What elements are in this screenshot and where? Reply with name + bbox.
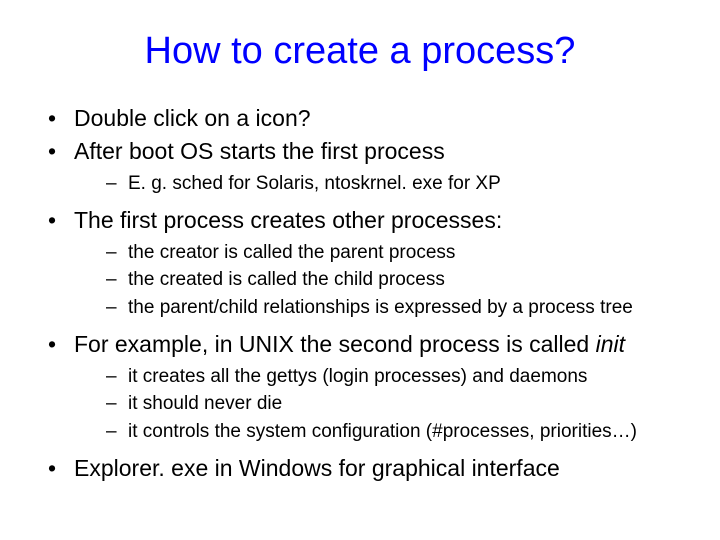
bullet-text: The first process creates other processe… [74, 207, 502, 233]
sub-bullet-item: the created is called the child process [106, 267, 702, 293]
sub-bullet-item: E. g. sched for Solaris, ntoskrnel. exe … [106, 171, 702, 197]
bullet-text: After boot OS starts the first process [74, 138, 445, 164]
bullet-item: Double click on a icon? [48, 103, 702, 134]
bullet-text: Double click on a icon? [74, 105, 311, 131]
sub-bullet-text: it should never die [128, 393, 282, 414]
sub-bullet-item: it controls the system configuration (#p… [106, 419, 702, 445]
slide: How to create a process? Double click on… [0, 0, 720, 540]
bullet-text-prefix: For example, in UNIX the second process … [74, 331, 596, 357]
bullet-list: Double click on a icon? After boot OS st… [18, 103, 702, 484]
slide-title: How to create a process? [18, 30, 702, 73]
bullet-text-italic: init [596, 331, 625, 357]
sub-bullet-item: it creates all the gettys (login process… [106, 364, 702, 390]
bullet-item: Explorer. exe in Windows for graphical i… [48, 453, 702, 484]
sub-bullet-item: the creator is called the parent process [106, 240, 702, 266]
sub-bullet-list: it creates all the gettys (login process… [74, 364, 702, 445]
bullet-item: The first process creates other processe… [48, 205, 702, 321]
sub-bullet-text: it controls the system configuration (#p… [128, 421, 637, 442]
sub-bullet-text: E. g. sched for Solaris, ntoskrnel. exe … [128, 173, 501, 194]
bullet-item: For example, in UNIX the second process … [48, 329, 702, 445]
sub-bullet-text: the parent/child relationships is expres… [128, 297, 633, 318]
sub-bullet-text: the creator is called the parent process [128, 242, 455, 263]
sub-bullet-item: the parent/child relationships is expres… [106, 295, 702, 321]
sub-bullet-text: it creates all the gettys (login process… [128, 366, 587, 387]
sub-bullet-item: it should never die [106, 391, 702, 417]
sub-bullet-text: the created is called the child process [128, 269, 445, 290]
sub-bullet-list: the creator is called the parent process… [74, 240, 702, 321]
sub-bullet-list: E. g. sched for Solaris, ntoskrnel. exe … [74, 171, 702, 197]
bullet-item: After boot OS starts the first process E… [48, 136, 702, 197]
bullet-text: Explorer. exe in Windows for graphical i… [74, 455, 560, 481]
